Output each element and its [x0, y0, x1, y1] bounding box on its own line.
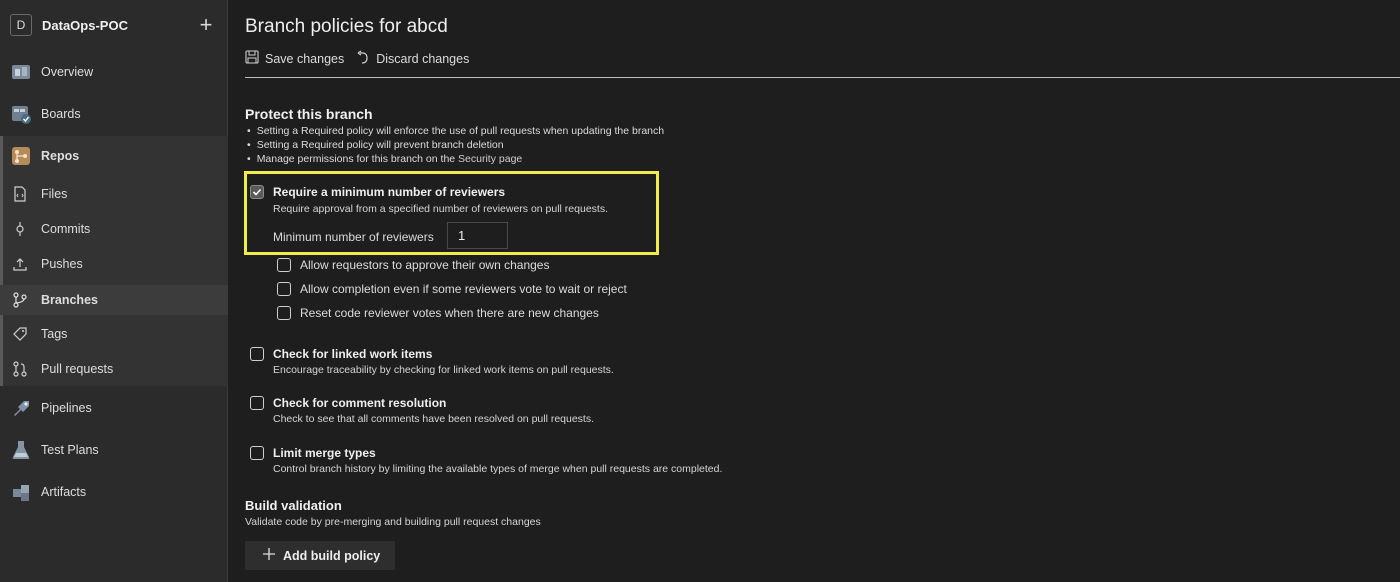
repos-icon	[10, 145, 32, 167]
toolbar: Save changes Discard changes	[245, 50, 469, 67]
min-reviewers-label: Require a minimum number of reviewers	[273, 185, 506, 199]
nav-pushes[interactable]: Pushes	[0, 250, 228, 278]
nav-tags[interactable]: Tags	[0, 320, 228, 348]
toolbar-divider	[245, 77, 1400, 78]
overview-icon	[10, 61, 32, 83]
protect-bullets: Setting a Required policy will enforce t…	[247, 124, 664, 166]
nav-tags-label: Tags	[41, 327, 68, 341]
build-validation-desc: Validate code by pre-merging and buildin…	[245, 516, 541, 528]
linked-work-items-label: Check for linked work items	[273, 347, 433, 361]
linked-work-items-checkbox[interactable]	[250, 347, 264, 361]
nav-files-label: Files	[41, 187, 68, 201]
allow-completion-label: Allow completion even if some reviewers …	[300, 282, 627, 296]
nav-commits[interactable]: Commits	[0, 215, 228, 243]
build-validation-title: Build validation	[245, 498, 342, 513]
bullet-text: Setting a Required policy will enforce t…	[256, 125, 665, 137]
nav-artifacts-label: Artifacts	[41, 484, 87, 499]
nav-boards-label: Boards	[41, 106, 81, 121]
nav-repos-label: Repos	[41, 149, 80, 163]
nav-files[interactable]: Files	[0, 180, 228, 208]
discard-label: Discard changes	[376, 51, 470, 66]
nav-pushes-label: Pushes	[41, 257, 83, 271]
add-icon[interactable]: +	[195, 14, 217, 36]
bullet-text: Setting a Required policy will prevent b…	[256, 139, 504, 151]
pull-request-icon	[12, 361, 28, 377]
nav-branches[interactable]: Branches	[0, 285, 228, 315]
nav-pipelines[interactable]: Pipelines	[0, 394, 228, 421]
nav-test-plans-label: Test Plans	[41, 442, 99, 457]
limit-merge-types-label: Limit merge types	[273, 446, 376, 460]
nav-test-plans[interactable]: Test Plans	[0, 436, 228, 463]
project-name[interactable]: DataOps-POC	[42, 18, 195, 33]
comment-resolution-desc: Check to see that all comments have been…	[273, 413, 595, 425]
push-icon	[12, 256, 28, 272]
page-title: Branch policies for abcd	[245, 16, 448, 37]
bullet-permissions: Manage permissions for this branch on th…	[247, 152, 664, 166]
artifacts-icon	[10, 481, 32, 503]
nav-commits-label: Commits	[41, 222, 91, 236]
protect-title: Protect this branch	[245, 106, 373, 122]
discard-button[interactable]: Discard changes	[356, 50, 469, 67]
security-page-link[interactable]: Security page	[458, 153, 522, 165]
allow-self-approve-label: Allow requestors to approve their own ch…	[300, 258, 550, 272]
add-build-policy-button[interactable]: Add build policy	[245, 541, 395, 570]
limit-merge-types-checkbox[interactable]	[250, 446, 264, 460]
main-content: Branch policies for abcd Save changes Di…	[229, 0, 1400, 582]
test-plans-icon	[10, 439, 32, 461]
comment-resolution-label: Check for comment resolution	[273, 396, 447, 410]
nav-overview-label: Overview	[41, 64, 94, 79]
min-reviewers-desc: Require approval from a specified number…	[273, 203, 609, 215]
nav-pipelines-label: Pipelines	[41, 400, 92, 415]
linked-work-items-desc: Encourage traceability by checking for l…	[273, 364, 614, 376]
reset-votes-checkbox[interactable]	[277, 306, 291, 320]
bullet-prevent-deletion: Setting a Required policy will prevent b…	[247, 138, 664, 152]
reset-votes-label: Reset code reviewer votes when there are…	[300, 306, 599, 320]
allow-completion-checkbox[interactable]	[277, 282, 291, 296]
save-button[interactable]: Save changes	[245, 50, 344, 67]
min-reviewers-count-label: Minimum number of reviewers	[273, 230, 434, 244]
nav-pull-requests[interactable]: Pull requests	[0, 355, 228, 383]
nav-pull-requests-label: Pull requests	[41, 362, 114, 376]
nav-overview[interactable]: Overview	[0, 58, 228, 85]
file-icon	[12, 186, 28, 202]
nav-artifacts[interactable]: Artifacts	[0, 478, 228, 505]
project-header: D DataOps-POC +	[0, 0, 227, 50]
boards-icon	[10, 103, 32, 125]
save-icon	[245, 50, 259, 67]
bullet-text: Manage permissions for this branch on th…	[256, 153, 459, 165]
branch-icon	[12, 292, 28, 308]
nav-repos[interactable]: Repos	[0, 142, 228, 170]
tag-icon	[12, 326, 28, 342]
plus-icon	[263, 548, 275, 563]
min-reviewers-checkbox[interactable]	[250, 185, 264, 199]
pipelines-icon	[10, 397, 32, 419]
commit-icon	[12, 221, 28, 237]
limit-merge-types-desc: Control branch history by limiting the a…	[273, 463, 723, 475]
left-navigation: D DataOps-POC + Overview Boards Repos Fi…	[0, 0, 228, 582]
undo-icon	[356, 50, 370, 67]
checkmark-icon	[252, 188, 262, 196]
save-label: Save changes	[265, 51, 345, 66]
nav-boards[interactable]: Boards	[0, 100, 228, 127]
project-avatar[interactable]: D	[10, 14, 32, 36]
min-reviewers-input[interactable]	[447, 222, 508, 249]
allow-self-approve-checkbox[interactable]	[277, 258, 291, 272]
bullet-required-pr: Setting a Required policy will enforce t…	[247, 124, 664, 138]
nav-branches-label: Branches	[41, 293, 98, 307]
comment-resolution-checkbox[interactable]	[250, 396, 264, 410]
add-build-policy-label: Add build policy	[283, 548, 381, 563]
